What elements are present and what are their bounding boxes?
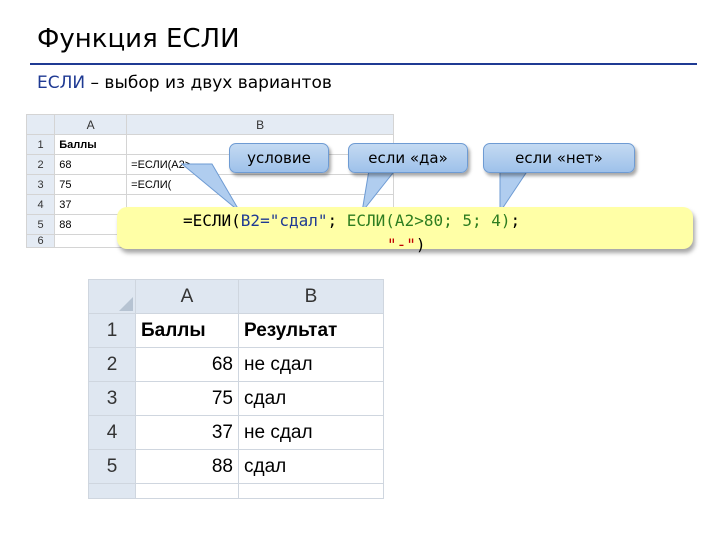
result-spreadsheet: A B 1 Баллы Результат 2 68 не сдал 3 75 … [88, 279, 384, 499]
cell-a1[interactable]: Баллы [135, 313, 239, 348]
table-row: 1 Баллы [25, 134, 394, 155]
column-header-b[interactable]: B [238, 279, 384, 314]
formula-else-value: "-" [387, 235, 416, 254]
cell-a2[interactable]: 68 [135, 347, 239, 382]
cell-a1[interactable]: Баллы [54, 134, 128, 155]
formula-prefix: =ЕСЛИ( [183, 211, 241, 230]
cell-a4[interactable]: 37 [54, 194, 128, 215]
cell-a5[interactable]: 88 [54, 214, 128, 235]
row-header[interactable]: 1 [25, 134, 56, 155]
table-row: 4 37 не сдал [88, 415, 384, 450]
cell-b1[interactable]: Результат [238, 313, 384, 348]
subtitle-keyword: ЕСЛИ [37, 73, 86, 93]
table-row: 2 68 не сдал [88, 347, 384, 382]
subtitle-text: – выбор из двух вариантов [85, 73, 332, 93]
slide-title: Функция ЕСЛИ [37, 24, 240, 54]
row-header[interactable]: 3 [88, 381, 136, 416]
table-row: 1 Баллы Результат [88, 313, 384, 348]
column-header-a[interactable]: A [135, 279, 239, 314]
formula-nested-if: ЕСЛИ(A2>80; 5; 4) [346, 211, 511, 230]
slide-subtitle: ЕСЛИ – выбор из двух вариантов [37, 73, 332, 93]
cell-a3[interactable]: 75 [54, 174, 128, 195]
select-all-corner[interactable] [88, 279, 136, 314]
cell-b5[interactable]: сдал [238, 449, 384, 484]
table-row: 3 75 сдал [88, 381, 384, 416]
cell-b6[interactable] [238, 483, 384, 499]
formula-line: =ЕСЛИ(B2="сдал"; ЕСЛИ(A2>80; 5; 4); [183, 211, 520, 230]
cell-a6[interactable] [135, 483, 239, 499]
formula-line-2: "-") [387, 235, 426, 254]
cell-b3[interactable]: сдал [238, 381, 384, 416]
cell-a4[interactable]: 37 [135, 415, 239, 450]
row-header[interactable]: 2 [88, 347, 136, 382]
cell-a5[interactable]: 88 [135, 449, 239, 484]
row-header[interactable]: 4 [88, 415, 136, 450]
if-yes-callout: если «да» [348, 143, 468, 173]
row-header[interactable]: 6 [25, 234, 56, 248]
column-header-a[interactable]: A [54, 114, 128, 135]
cell-b4[interactable]: не сдал [238, 415, 384, 450]
table-row: 5 88 сдал [88, 449, 384, 484]
select-all-triangle-icon [119, 297, 133, 311]
cell-b2[interactable]: не сдал [238, 347, 384, 382]
row-header[interactable]: 2 [25, 154, 56, 175]
row-header[interactable]: 5 [88, 449, 136, 484]
row-header[interactable]: 1 [88, 313, 136, 348]
formula-suffix: ; [510, 211, 521, 230]
cell-a6[interactable] [54, 234, 128, 248]
row-header[interactable]: 5 [25, 214, 56, 235]
cell-a3[interactable]: 75 [135, 381, 239, 416]
cell-a2[interactable]: 68 [54, 154, 128, 175]
row-header[interactable]: 3 [25, 174, 56, 195]
select-all-corner[interactable] [25, 114, 56, 135]
column-header-b[interactable]: B [126, 114, 394, 135]
formula-separator: ; [327, 211, 347, 230]
table-row [88, 483, 384, 499]
formula-condition: B2="сдал" [240, 211, 328, 230]
condition-callout: условие [229, 143, 329, 173]
row-header[interactable] [88, 483, 136, 499]
formula-close: ) [415, 235, 426, 254]
title-divider [30, 63, 697, 65]
row-header[interactable]: 4 [25, 194, 56, 215]
formula-box: =ЕСЛИ(B2="сдал"; ЕСЛИ(A2>80; 5; 4); "-") [117, 207, 693, 254]
if-no-callout: если «нет» [483, 143, 635, 173]
